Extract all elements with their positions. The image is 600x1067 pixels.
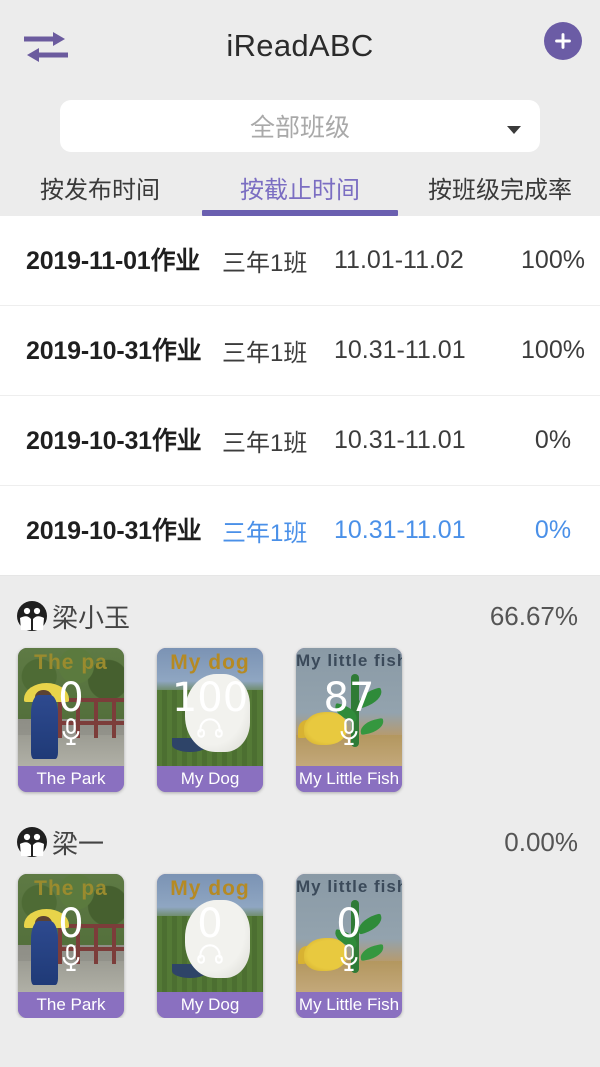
table-row-selected[interactable]: 2019-10-31作业 三年1班 10.31-11.01 0% [0, 486, 600, 576]
assignment-name: 2019-10-31作业 [26, 426, 202, 455]
headphones-icon [197, 944, 223, 969]
card-score: 87 [323, 675, 375, 721]
student-header[interactable]: 梁一 0.00% [0, 814, 600, 870]
student-group-icon [16, 826, 48, 858]
microphone-icon [338, 944, 360, 977]
table-row[interactable]: 2019-11-01作业 三年1班 11.01-11.02 100% [0, 216, 600, 306]
list-item[interactable]: My little fish 0 My Little Fish [296, 874, 402, 1018]
student-card-row: The pa 0 The Park [0, 870, 600, 1018]
student-results-list: 梁小玉 66.67% The pa 0 The Park My dog 100 … [0, 576, 600, 1018]
card-label: The Park [18, 766, 124, 792]
card-score: 100 [171, 675, 249, 721]
list-item[interactable]: My little fish 87 My Little Fish [296, 648, 402, 792]
assignment-name: 2019-10-31作业 [26, 516, 202, 545]
table-row[interactable]: 2019-10-31作业 三年1班 10.31-11.01 100% [0, 306, 600, 396]
microphone-icon [338, 718, 360, 751]
assignment-rate: 100% [521, 246, 585, 274]
card-label: The Park [18, 992, 124, 1018]
class-selector-wrap: 全部班级 [0, 92, 600, 152]
add-assignment-button[interactable] [544, 22, 582, 60]
card-score: 0 [58, 675, 84, 721]
card-thumbnail: My dog 0 [157, 874, 263, 992]
card-label: My Dog [157, 992, 263, 1018]
tab-by-class-completion[interactable]: 按班级完成率 [400, 158, 600, 216]
student-name: 梁小玉 [52, 602, 131, 633]
assignment-class: 三年1班 [222, 340, 308, 367]
card-score: 0 [336, 901, 362, 947]
card-thumbnail: My little fish 0 [296, 874, 402, 992]
card-thumbnail: My dog 100 [157, 648, 263, 766]
assignment-rate: 100% [521, 336, 585, 364]
card-thumbnail: The pa 0 [18, 874, 124, 992]
assignment-dates: 10.31-11.01 [334, 426, 466, 454]
student-card-row: The pa 0 The Park [0, 644, 600, 792]
sort-tabs: 按发布时间 按截止时间 按班级完成率 [0, 158, 600, 216]
card-thumbnail: My little fish 87 [296, 648, 402, 766]
card-thumbnail: The pa 0 [18, 648, 124, 766]
assignment-rate: 0% [534, 426, 572, 454]
card-thumb-title: My dog [170, 651, 250, 674]
tab-by-deadline[interactable]: 按截止时间 [200, 158, 400, 216]
tab-label: 按截止时间 [240, 176, 360, 204]
assignment-dates: 11.01-11.02 [334, 246, 464, 274]
list-item[interactable]: My dog 0 My Dog [157, 874, 263, 1018]
tab-by-publish-time[interactable]: 按发布时间 [0, 158, 200, 216]
app-root: iReadABC 全部班级 按发布时间 按截止时间 按班级完成率 2019-11… [0, 0, 600, 1067]
microphone-icon [60, 944, 82, 977]
list-item[interactable]: My dog 100 My Dog [157, 648, 263, 792]
student-completion-rate: 66.67% [489, 600, 578, 631]
card-thumb-title: My dog [170, 877, 250, 900]
student-name: 梁一 [52, 828, 105, 859]
card-thumb-title: The pa [34, 877, 108, 900]
card-score: 0 [197, 901, 223, 947]
class-selector[interactable]: 全部班级 [60, 100, 540, 152]
class-selector-value: 全部班级 [249, 114, 350, 142]
assignment-name: 2019-10-31作业 [26, 336, 202, 365]
assignment-rate: 0% [534, 516, 572, 544]
microphone-icon [60, 718, 82, 751]
student-header[interactable]: 梁小玉 66.67% [0, 588, 600, 644]
card-thumb-title: The pa [34, 651, 108, 674]
card-score: 0 [58, 901, 84, 947]
assignment-list: 2019-11-01作业 三年1班 11.01-11.02 100% 2019-… [0, 216, 600, 576]
table-row[interactable]: 2019-10-31作业 三年1班 10.31-11.01 0% [0, 396, 600, 486]
card-label: My Little Fish [296, 992, 402, 1018]
assignment-class: 三年1班 [222, 520, 308, 547]
plus-icon [555, 33, 571, 49]
list-item[interactable]: The pa 0 The Park [18, 648, 124, 792]
tab-label: 按发布时间 [40, 176, 160, 204]
tab-label: 按班级完成率 [428, 176, 572, 204]
headphones-icon [197, 718, 223, 743]
card-label: My Little Fish [296, 766, 402, 792]
assignment-dates: 10.31-11.01 [334, 516, 466, 544]
student-group-icon [16, 600, 48, 632]
assignment-class: 三年1班 [222, 250, 308, 277]
page-title: iReadABC [226, 28, 374, 63]
chevron-down-icon [506, 122, 522, 140]
assignment-class: 三年1班 [222, 430, 308, 457]
swap-horizontal-icon[interactable] [20, 28, 72, 66]
tab-active-indicator [202, 210, 398, 216]
assignment-dates: 10.31-11.01 [334, 336, 466, 364]
student-block: 梁一 0.00% The pa 0 The Park My dog 0 My D… [0, 792, 600, 1018]
app-header: iReadABC [0, 0, 600, 92]
assignment-name: 2019-11-01作业 [26, 246, 201, 275]
list-item[interactable]: The pa 0 The Park [18, 874, 124, 1018]
card-label: My Dog [157, 766, 263, 792]
card-thumb-title: My little fish [296, 877, 402, 896]
student-completion-rate: 0.00% [504, 826, 578, 857]
student-block: 梁小玉 66.67% The pa 0 The Park My dog 100 … [0, 576, 600, 792]
card-thumb-title: My little fish [296, 651, 402, 670]
